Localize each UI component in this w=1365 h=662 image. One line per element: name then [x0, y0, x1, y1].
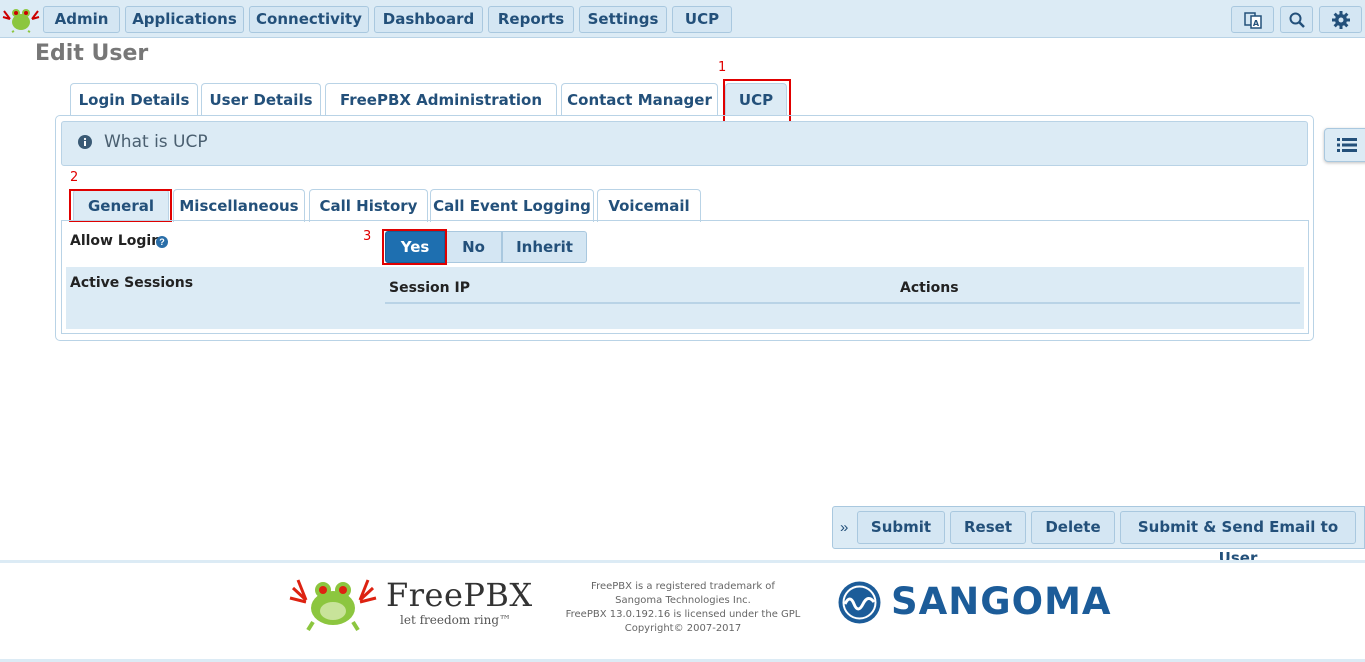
search-button[interactable] — [1280, 6, 1313, 33]
annotation-box-2 — [69, 189, 172, 222]
side-list-button[interactable] — [1324, 128, 1365, 162]
nav-dashboard[interactable]: Dashboard — [374, 6, 483, 33]
delete-button[interactable]: Delete — [1031, 511, 1115, 544]
svg-text:A: A — [1252, 19, 1259, 28]
sangoma-logo-icon — [838, 581, 881, 624]
tab-login-details[interactable]: Login Details — [70, 83, 198, 116]
collapse-chevron-icon[interactable]: » — [840, 519, 848, 536]
submit-button[interactable]: Submit — [857, 511, 945, 544]
reset-button[interactable]: Reset — [950, 511, 1026, 544]
settings-button[interactable] — [1319, 6, 1362, 33]
sangoma-wordmark: SANGOMA — [891, 580, 1112, 623]
annotation-box-3 — [382, 229, 447, 265]
list-icon — [1336, 138, 1357, 152]
nav-reports[interactable]: Reports — [488, 6, 574, 33]
nav-ucp[interactable]: UCP — [672, 6, 732, 33]
gear-icon — [1331, 10, 1350, 29]
info-icon — [78, 135, 92, 149]
legal-text: FreePBX is a registered trademark of San… — [565, 581, 801, 634]
annotation-number-3: 3 — [363, 229, 372, 244]
what-is-ucp-bar[interactable] — [61, 121, 1308, 166]
submit-send-email-button[interactable]: Submit & Send Email to User — [1120, 511, 1356, 567]
nav-connectivity[interactable]: Connectivity — [249, 6, 369, 33]
column-session-ip: Session IP — [389, 280, 470, 296]
tab-user-details[interactable]: User Details — [201, 83, 321, 116]
what-is-ucp-text[interactable]: What is UCP — [104, 132, 208, 152]
allow-login-inherit[interactable]: Inherit — [502, 231, 587, 263]
freepbx-wordmark: FreePBX — [386, 576, 533, 614]
subtab-miscellaneous[interactable]: Miscellaneous — [173, 189, 305, 222]
active-sessions-section — [66, 267, 1304, 329]
page-title: Edit User — [35, 41, 149, 66]
allow-login-no[interactable]: No — [445, 231, 502, 263]
table-header-divider — [385, 302, 1300, 304]
nav-settings[interactable]: Settings — [579, 6, 667, 33]
subtab-call-history[interactable]: Call History — [309, 189, 428, 222]
language-button[interactable]: A — [1231, 6, 1274, 33]
nav-admin[interactable]: Admin — [43, 6, 120, 33]
nav-applications[interactable]: Applications — [125, 6, 244, 33]
subtab-call-event-logging[interactable]: Call Event Logging — [430, 189, 594, 222]
column-actions: Actions — [900, 280, 959, 296]
freepbx-frog-logo-icon — [289, 579, 377, 632]
search-icon — [1289, 12, 1305, 28]
annotation-number-1: 1 — [718, 60, 727, 75]
language-icon: A — [1243, 11, 1262, 29]
subtab-voicemail[interactable]: Voicemail — [597, 189, 701, 222]
allow-login-label: Allow Login — [70, 233, 162, 249]
help-icon[interactable]: ? — [156, 236, 168, 248]
tab-contact-manager[interactable]: Contact Manager — [561, 83, 718, 116]
tab-freepbx-admin-gui[interactable]: FreePBX Administration GUI — [325, 83, 557, 141]
freepbx-tagline: let freedom ring™ — [400, 613, 512, 627]
annotation-number-2: 2 — [70, 170, 79, 185]
active-sessions-label: Active Sessions — [70, 275, 194, 291]
freepbx-frog-logo-icon[interactable] — [2, 5, 40, 33]
